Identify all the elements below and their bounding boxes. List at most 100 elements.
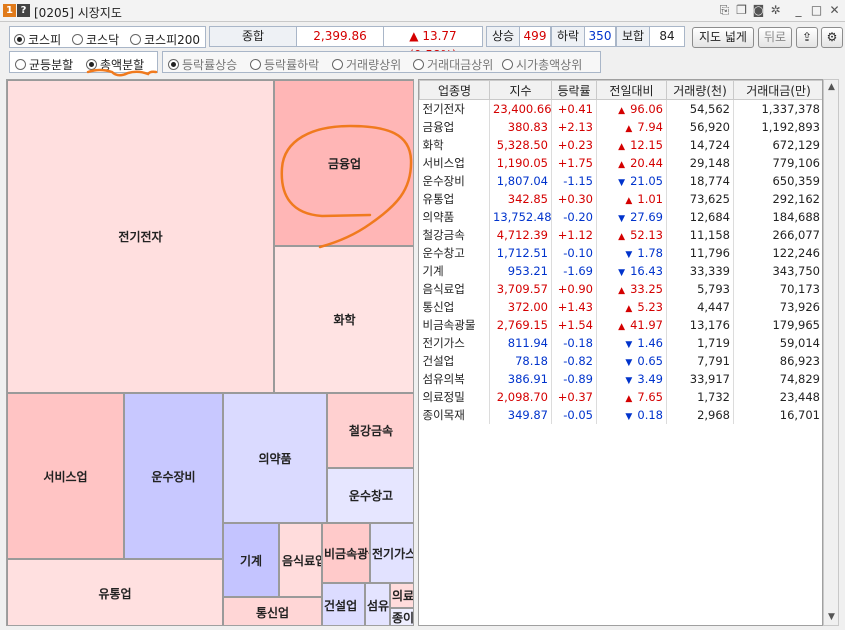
up-label: 상승 <box>486 26 520 47</box>
table-row[interactable]: 종이목재 349.87 -0.05 ▼ 0.18 2,968 16,701 <box>419 405 822 424</box>
table-row[interactable]: 전기가스 811.94 -0.18 ▼ 1.46 1,719 59,014 <box>419 333 822 352</box>
table-row[interactable]: 건설업 78.18 -0.82 ▼ 0.65 7,791 86,923 <box>419 351 822 370</box>
radio-amount-top[interactable]: 거래대금상위 <box>413 56 493 73</box>
window-title: [0205] 시장지도 <box>34 6 122 20</box>
down-triangle-icon: ▼ <box>625 357 633 368</box>
treemap-tile-label: 화학 <box>333 313 356 327</box>
table-row[interactable]: 비금속광물 2,769.15 +1.54 ▲ 41.97 13,176 179,965 <box>419 315 822 334</box>
camera-icon[interactable]: ◙ <box>751 3 766 18</box>
settings-icon[interactable]: ✲ <box>768 3 783 18</box>
minimize-icon[interactable]: _ <box>791 3 806 18</box>
table-row[interactable]: 금융업 380.83 +2.13 ▲ 7.94 56,920 1,192,893 <box>419 117 822 136</box>
radio-kospi[interactable]: 코스피 <box>14 31 61 48</box>
radio-volume-top[interactable]: 거래량상위 <box>332 56 401 73</box>
volume: 13,176 <box>666 315 734 334</box>
change-rate: +1.75 <box>551 153 597 172</box>
treemap-tile-electronics[interactable]: 전기전자 <box>7 80 274 393</box>
amount: 16,701 <box>733 405 822 424</box>
radio-kospi200[interactable]: 코스피200 <box>130 31 200 48</box>
radio-rate-up[interactable]: 등락률상승 <box>168 56 237 73</box>
volume: 33,339 <box>666 261 734 280</box>
treemap-tile-steel[interactable]: 철강금속 <box>327 393 413 468</box>
treemap-tile-finance[interactable]: 금융업 <box>274 80 413 246</box>
change-diff: ▼ 1.78 <box>596 243 667 262</box>
radio-circle <box>502 59 513 70</box>
scroll-down-arrow[interactable]: ▼ <box>826 612 837 623</box>
treemap-tile-construction[interactable]: 건설업 <box>322 583 365 625</box>
treemap-tile-medical[interactable]: 의료정밀 <box>390 583 414 608</box>
help-badge[interactable]: ? <box>17 4 30 17</box>
treemap-tile-paper[interactable]: 종이목재 <box>390 608 413 625</box>
scroll-up-arrow[interactable]: ▲ <box>826 82 837 93</box>
down-label: 하락 <box>551 26 585 47</box>
treemap-tile-distribution[interactable]: 유통업 <box>7 559 223 625</box>
treemap-tile-textile[interactable]: 섬유의복 <box>365 583 390 625</box>
table-row[interactable]: 철강금속 4,712.39 +1.12 ▲ 52.13 11,158 266,077 <box>419 225 822 244</box>
treemap-tile-transport-equipment[interactable]: 운수장비 <box>124 393 223 559</box>
radio-equal-division[interactable]: 균등분할 <box>15 56 73 73</box>
table-row[interactable]: 화학 5,328.50 +0.23 ▲ 12.15 14,724 672,129 <box>419 135 822 154</box>
link-icon[interactable]: ⎘ <box>717 3 732 18</box>
treemap-tile-logistics[interactable]: 운수창고 <box>327 468 413 523</box>
volume: 33,917 <box>666 369 734 388</box>
column-header[interactable]: 업종명 <box>419 80 490 100</box>
option-toolbar: 균등분할 총액분할 등락률상승 등락률하락 거래량상위 거래대금상위 시가총액상… <box>0 49 845 77</box>
treemap-tile-telecom[interactable]: 통신업 <box>223 597 322 625</box>
column-header[interactable]: 거래대금(만) <box>733 80 822 100</box>
treemap-tile-pharma[interactable]: 의약품 <box>223 393 327 523</box>
table-row[interactable]: 유통업 342.85 +0.30 ▲ 1.01 73,625 292,162 <box>419 189 822 208</box>
table-row[interactable]: 의료정밀 2,098.70 +0.37 ▲ 7.65 1,732 23,448 <box>419 387 822 406</box>
treemap-tile-utility[interactable]: 전기가스 <box>370 523 413 583</box>
radio-circle <box>413 59 424 70</box>
amount: 1,337,378 <box>733 99 822 118</box>
treemap-tile-label: 통신업 <box>255 605 290 620</box>
amount: 59,014 <box>733 333 822 352</box>
window-badge-number[interactable]: 1 <box>3 4 16 17</box>
radio-total-division[interactable]: 총액분할 <box>86 56 144 73</box>
change-diff: ▼ 16.43 <box>596 261 667 280</box>
treemap-tile-machinery[interactable]: 기계 <box>223 523 279 597</box>
table-row[interactable]: 기계 953.21 -1.69 ▼ 16.43 33,339 343,750 <box>419 261 822 280</box>
radio-rate-down[interactable]: 등락률하락 <box>250 56 319 73</box>
table-row[interactable]: 전기전자 23,400.66 +0.41 ▲ 96.06 54,562 1,337,378 <box>419 99 822 118</box>
radio-kosdaq[interactable]: 코스닥 <box>72 31 119 48</box>
up-triangle-icon: ▲ <box>618 231 625 242</box>
amount: 86,923 <box>733 351 822 370</box>
up-triangle-icon: ▲ <box>618 105 625 116</box>
treemap-tile-service[interactable]: 서비스업 <box>7 393 124 559</box>
map-wide-button[interactable]: 지도 넓게 <box>692 27 754 48</box>
treemap-tile-food[interactable]: 음식료업 <box>279 523 322 597</box>
column-header[interactable]: 지수 <box>489 80 552 100</box>
column-header[interactable]: 전일대비 <box>596 80 667 100</box>
settings-button[interactable]: ⚙ <box>821 27 843 48</box>
export-button[interactable]: ⇪ <box>796 27 818 48</box>
treemap-tile-chemical[interactable]: 화학 <box>274 246 413 393</box>
treemap-tile-nonmetal[interactable]: 비금속광물 <box>322 523 370 583</box>
column-header[interactable]: 거래량(천) <box>666 80 734 100</box>
index-value: 78.18 <box>489 351 552 370</box>
table-row[interactable]: 섬유의복 386.91 -0.89 ▼ 3.49 33,917 74,829 <box>419 369 822 388</box>
column-header[interactable]: 등락률 <box>551 80 597 100</box>
table-row[interactable]: 서비스업 1,190.05 +1.75 ▲ 20.44 29,148 779,106 <box>419 153 822 172</box>
up-triangle-icon: ▲ <box>625 393 633 404</box>
amount: 70,173 <box>733 279 822 298</box>
table-scrollbar[interactable]: ▲ ▼ <box>823 79 839 626</box>
index-value: 386.91 <box>489 369 552 388</box>
treemap-tile-label: 의료정밀 <box>392 589 414 603</box>
export-icon: ⇪ <box>801 30 813 44</box>
down-triangle-icon: ▼ <box>625 411 633 422</box>
radio-marketcap-top[interactable]: 시가총액상위 <box>502 56 582 73</box>
table-row[interactable]: 운수장비 1,807.04 -1.15 ▼ 21.05 18,774 650,359 <box>419 171 822 190</box>
table-row[interactable]: 통신업 372.00 +1.43 ▲ 5.23 4,447 73,926 <box>419 297 822 316</box>
change-rate: +1.54 <box>551 315 597 334</box>
sector-name: 기계 <box>419 261 490 280</box>
table-row[interactable]: 의약품 13,752.48 -0.20 ▼ 27.69 12,684 184,688 <box>419 207 822 226</box>
table-row[interactable]: 운수창고 1,712.51 -0.10 ▼ 1.78 11,796 122,246 <box>419 243 822 262</box>
close-icon[interactable]: ✕ <box>827 3 842 18</box>
maximize-icon[interactable]: □ <box>809 3 824 18</box>
up-triangle-icon: ▲ <box>618 321 625 332</box>
back-button[interactable]: 뒤로 <box>758 27 792 48</box>
copy-icon[interactable]: ❐ <box>734 3 749 18</box>
table-row[interactable]: 음식료업 3,709.57 +0.90 ▲ 33.25 5,793 70,173 <box>419 279 822 298</box>
sector-name: 건설업 <box>419 351 490 370</box>
